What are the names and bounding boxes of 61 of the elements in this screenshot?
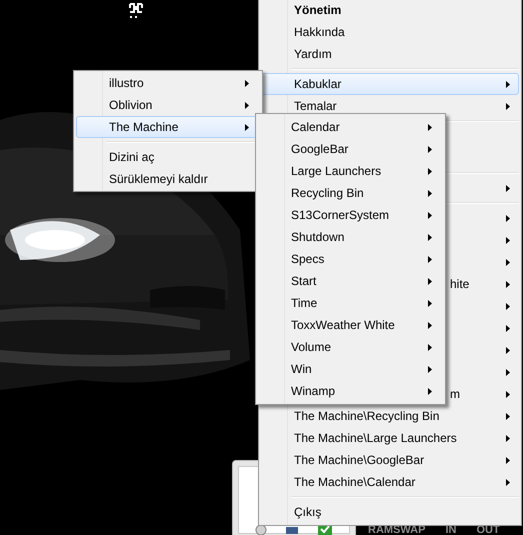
submenu-arrow-icon	[506, 302, 510, 310]
menu-item[interactable]: GoogleBar	[258, 138, 443, 160]
submenu-arrow-icon	[506, 214, 510, 222]
monitor-icon[interactable]	[285, 526, 299, 535]
menu-item[interactable]: The Machine\Large Launchers	[261, 427, 519, 449]
menu-item[interactable]: Hakkında	[261, 21, 519, 43]
menu-item-text[interactable]: m	[450, 385, 460, 403]
menu-item[interactable]: Large Launchers	[258, 160, 443, 182]
submenu-arrow-icon	[428, 256, 432, 262]
submenu-arrow-icon	[245, 80, 249, 86]
submenu-arrow-icon	[506, 80, 510, 88]
menu-item[interactable]: Winamp	[258, 380, 443, 402]
menu-item[interactable]: Time	[258, 292, 443, 314]
menu-item[interactable]: Temalar	[261, 95, 519, 117]
menu-item[interactable]: Yönetim	[261, 0, 519, 21]
submenu-arrow-icon	[506, 456, 510, 464]
menu-item[interactable]: Specs	[258, 248, 443, 270]
submenu-arrow-icon	[428, 146, 432, 152]
submenu-arrow-icon	[245, 124, 249, 130]
submenu-arrow-icon	[506, 368, 510, 376]
submenu-arrow-icon	[506, 390, 510, 398]
menu-item[interactable]: ToxxWeather White	[258, 314, 443, 336]
submenu-arrow-icon	[428, 168, 432, 174]
menu-item[interactable]: Volume	[258, 336, 443, 358]
submenu-arrow-icon	[506, 434, 510, 442]
submenu-arrow-icon	[428, 388, 432, 394]
submenu-arrow-icon	[506, 184, 510, 192]
submenu-arrow-icon	[428, 124, 432, 130]
submenu-arrow-icon	[506, 478, 510, 486]
submenu-arrow-icon	[506, 280, 510, 288]
menu-item[interactable]: Kabuklar	[261, 73, 519, 95]
menu-item[interactable]: Shutdown	[258, 226, 443, 248]
menu-item[interactable]: Start	[258, 270, 443, 292]
menu-item[interactable]: Oblivion	[76, 94, 260, 116]
submenu-arrow-icon	[428, 234, 432, 240]
menu-item[interactable]: Çıkış	[261, 501, 519, 523]
submenu-arrow-icon	[245, 102, 249, 108]
glyph-icon	[129, 3, 143, 19]
submenu-arrow-icon	[428, 212, 432, 218]
submenu-arrow-icon	[506, 258, 510, 266]
submenu-arrow-icon	[428, 344, 432, 350]
submenu-arrow-icon	[506, 324, 510, 332]
submenu-arrow-icon	[506, 102, 510, 110]
submenu-arrow-icon	[428, 300, 432, 306]
menu-item[interactable]: illustro	[76, 72, 260, 94]
menu-item[interactable]: The Machine\Calendar	[261, 471, 519, 493]
menu-item[interactable]: S13CornerSystem	[258, 204, 443, 226]
submenu-arrow-icon	[428, 278, 432, 284]
submenu-arrow-icon	[506, 346, 510, 354]
submenu-arrow-icon	[428, 190, 432, 196]
menu-item-text[interactable]: hite	[450, 275, 470, 293]
menu-item[interactable]: The Machine\GoogleBar	[261, 449, 519, 471]
submenu-arrow-icon	[506, 236, 510, 244]
menu-item[interactable]: Recycling Bin	[258, 182, 443, 204]
submenu-arrow-icon	[506, 412, 510, 420]
menu-item[interactable]: Win	[258, 358, 443, 380]
menu-item[interactable]: Calendar	[258, 116, 443, 138]
menu-item[interactable]: The Machine\Recycling Bin	[261, 405, 519, 427]
menu-item[interactable]: Yardım	[261, 43, 519, 65]
submenu-arrow-icon	[428, 366, 432, 372]
submenu-arrow-icon	[428, 322, 432, 328]
